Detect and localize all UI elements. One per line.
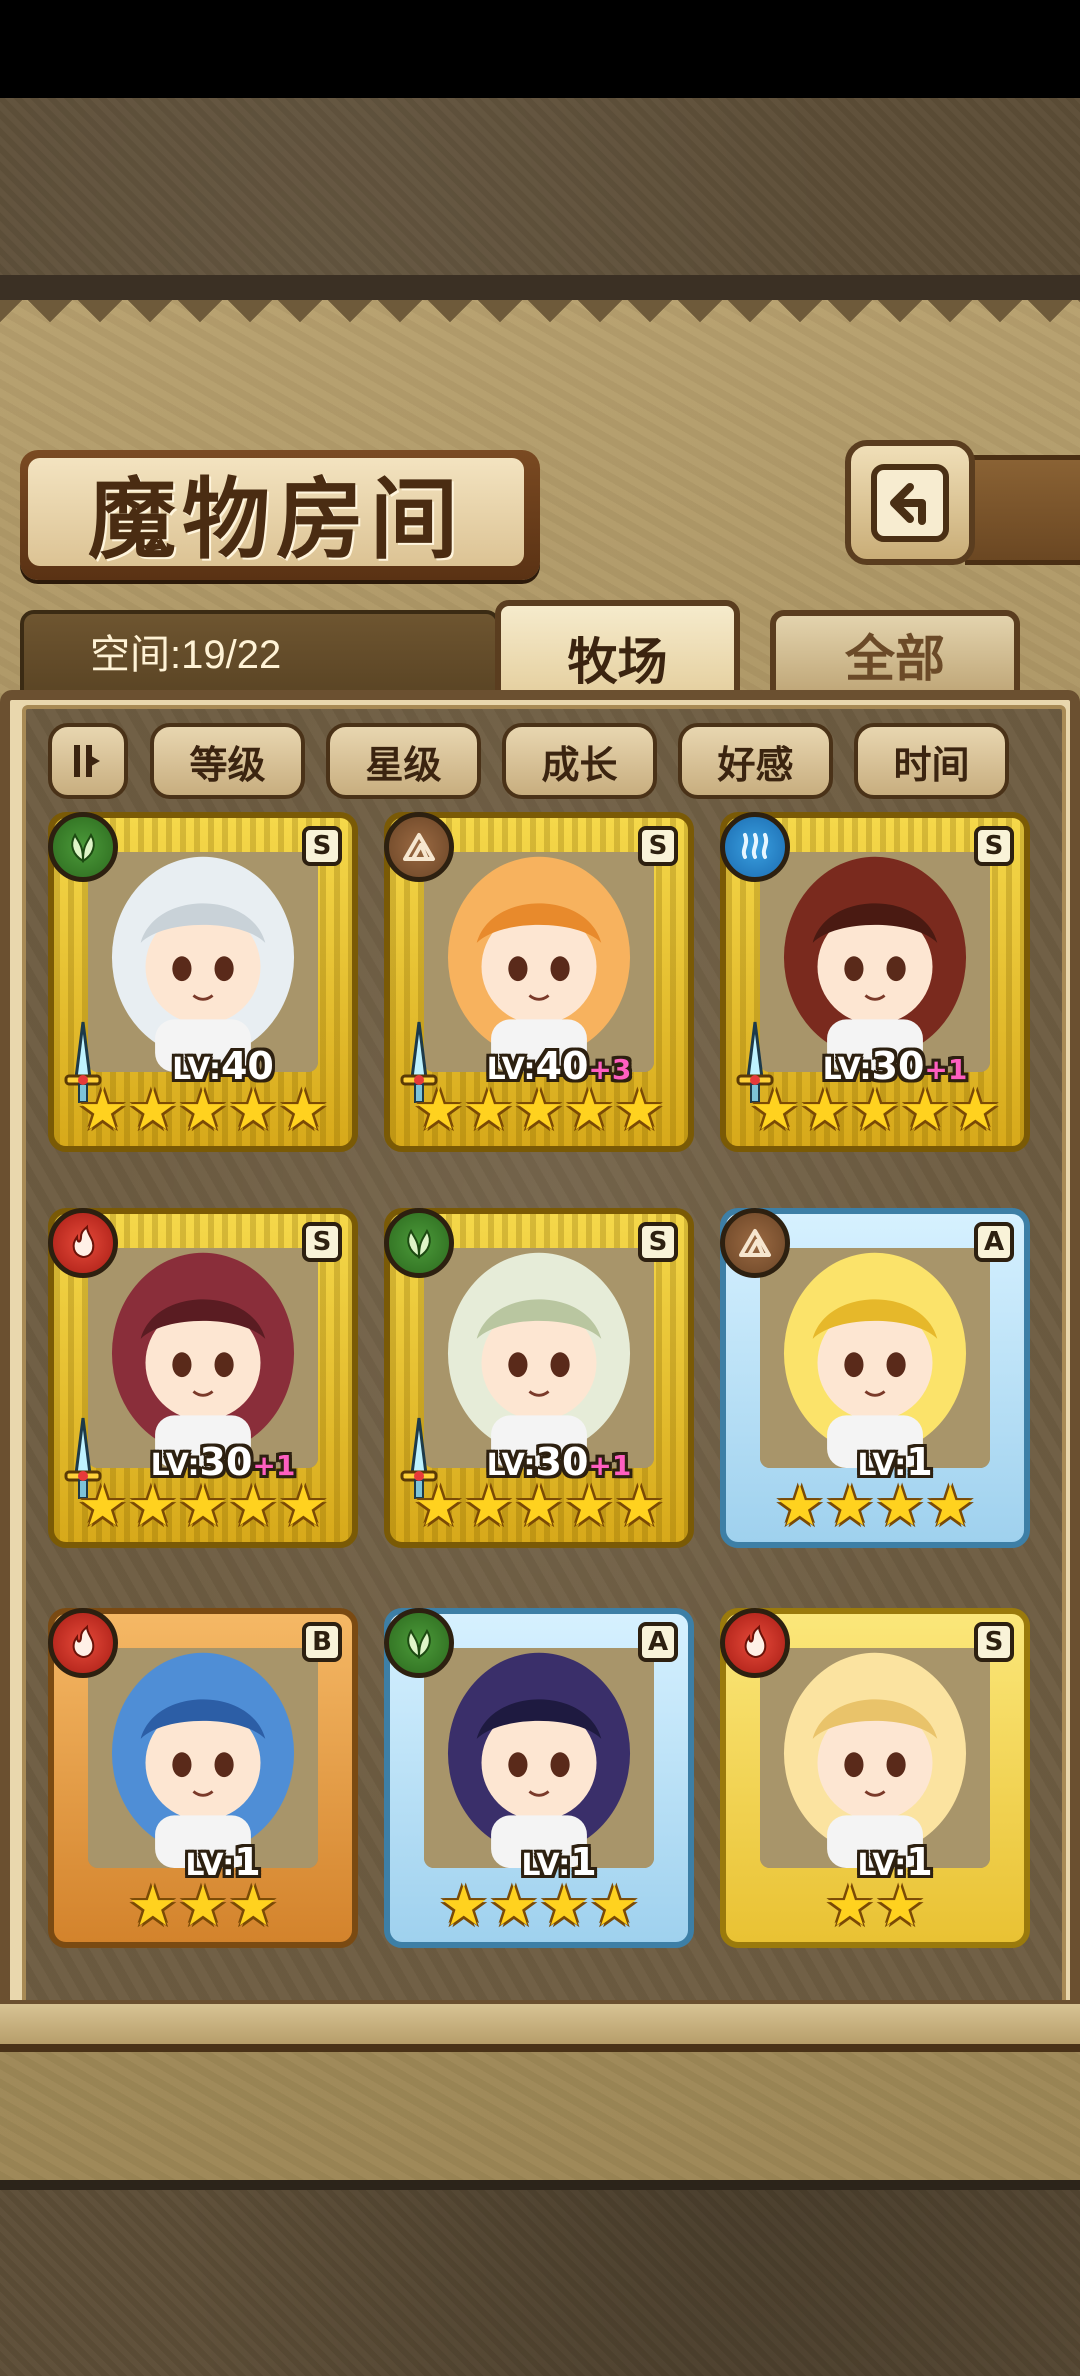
fire-element-icon [48, 1208, 118, 1278]
nature-element-icon [48, 812, 118, 882]
rank-badge: S [638, 826, 678, 866]
monster-portrait [88, 1648, 318, 1868]
sort-order-icon [74, 745, 100, 777]
sort-by-level-button[interactable]: 等级 [150, 723, 305, 799]
monster-card[interactable]: A LV:1 ★★★★ [720, 1208, 1030, 1548]
monster-portrait [88, 1248, 318, 1468]
water-element-icon [720, 812, 790, 882]
sort-order-toggle[interactable] [48, 723, 128, 799]
star-rating: ★★★★ [774, 1474, 976, 1539]
earth-element-icon [720, 1208, 790, 1278]
rank-badge: B [302, 1622, 342, 1662]
monster-portrait [760, 1648, 990, 1868]
rank-badge: S [302, 826, 342, 866]
monster-card[interactable]: S LV:40+3 ★★★★★ [384, 812, 694, 1152]
rank-badge: S [974, 1622, 1014, 1662]
page-title: 魔物房间 [87, 466, 464, 571]
monster-card[interactable]: S LV:30+1 ★★★★★ [48, 1208, 358, 1548]
rank-badge: A [638, 1622, 678, 1662]
panel-bottom-trim [0, 2000, 1080, 2052]
space-capacity: 空间:19/22 [90, 633, 282, 677]
monster-card[interactable]: S LV:30+1 ★★★★★ [384, 1208, 694, 1548]
monster-card[interactable]: S LV:30+1 ★★★★★ [720, 812, 1030, 1152]
monster-card[interactable]: S LV:1 ★★ [720, 1608, 1030, 1948]
title-banner: 魔物房间 [20, 450, 540, 580]
return-arrow-icon [871, 463, 949, 542]
monster-portrait [760, 1248, 990, 1468]
star-rating: ★★★★★ [413, 1078, 665, 1143]
back-button-tail [965, 455, 1080, 565]
status-bar-area [0, 0, 1080, 98]
star-rating: ★★★★★ [749, 1078, 1001, 1143]
monster-card[interactable]: S LV:40 ★★★★★ [48, 812, 358, 1152]
monster-portrait [424, 852, 654, 1072]
star-rating: ★★★★★ [77, 1474, 329, 1539]
zigzag-border-top [0, 300, 1080, 340]
monster-card[interactable]: A LV:1 ★★★★ [384, 1608, 694, 1948]
star-rating: ★★ [824, 1874, 926, 1939]
monster-portrait [760, 852, 990, 1072]
monster-portrait [424, 1248, 654, 1468]
sort-by-affection-button[interactable]: 好感 [678, 723, 833, 799]
back-button[interactable] [845, 440, 975, 565]
sort-by-growth-button[interactable]: 成长 [502, 723, 657, 799]
rank-badge: A [974, 1222, 1014, 1262]
monster-card[interactable]: B LV:1 ★★★ [48, 1608, 358, 1948]
rank-badge: S [638, 1222, 678, 1262]
monster-portrait [424, 1648, 654, 1868]
rank-badge: S [974, 826, 1014, 866]
tab-all[interactable]: 全部 [770, 610, 1020, 700]
monster-portrait [88, 852, 318, 1072]
fire-element-icon [720, 1608, 790, 1678]
earth-element-icon [384, 812, 454, 882]
star-rating: ★★★★★ [413, 1474, 665, 1539]
star-rating: ★★★ [127, 1874, 279, 1939]
fire-element-icon [48, 1608, 118, 1678]
nature-element-icon [384, 1208, 454, 1278]
rank-badge: S [302, 1222, 342, 1262]
sort-by-stars-button[interactable]: 星级 [326, 723, 481, 799]
star-rating: ★★★★ [438, 1874, 640, 1939]
sort-by-time-button[interactable]: 时间 [854, 723, 1009, 799]
star-rating: ★★★★★ [77, 1078, 329, 1143]
nature-element-icon [384, 1608, 454, 1678]
